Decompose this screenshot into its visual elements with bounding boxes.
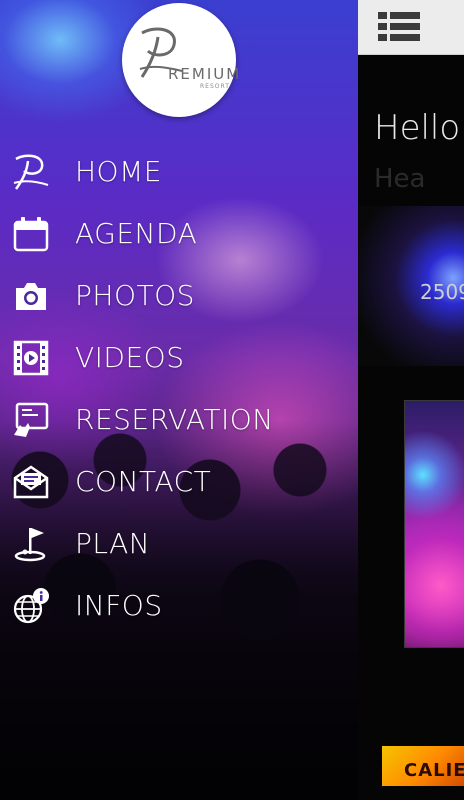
event-thumbnail-text: CALIEN [404, 760, 464, 781]
concert-image[interactable] [404, 400, 464, 648]
menu-item-home[interactable]: HOME [0, 143, 358, 199]
menu-item-agenda[interactable]: AGENDA [0, 205, 358, 261]
tablet-touch-icon [14, 402, 49, 437]
menu-item-label: CONTACT [75, 465, 212, 498]
film-icon [13, 340, 49, 376]
list-menu-icon[interactable] [378, 10, 420, 44]
menu-item-reservation[interactable]: RESERVATION [0, 391, 358, 447]
greeting-title: Hello [374, 108, 461, 148]
hero-caption: 2509 [420, 280, 464, 304]
event-thumbnail[interactable]: CALIEN [382, 746, 464, 786]
menu-item-infos[interactable]: INFOS [0, 577, 358, 633]
menu-item-label: PHOTOS [75, 279, 195, 312]
calendar-icon [13, 217, 49, 252]
logo-subtitle: RESORT [200, 83, 230, 90]
resort-logo[interactable]: REMIUM RESORT [122, 3, 239, 117]
menu-item-label: HOME [75, 155, 162, 188]
camera-icon [16, 283, 46, 310]
main-screen: Hello Hea 2509 CALIEN [358, 0, 464, 800]
logo-wordmark: REMIUM [168, 65, 242, 83]
p-logo-icon [13, 154, 49, 190]
globe-info-icon [13, 588, 49, 624]
envelope-icon [13, 465, 49, 499]
navigation-drawer: REMIUM RESORT HOME AGENDA PHOTOS VIDEOS … [0, 0, 358, 800]
menu-item-label: RESERVATION [75, 403, 274, 436]
menu-item-label: VIDEOS [75, 341, 185, 374]
menu-item-label: INFOS [75, 589, 163, 622]
menu-item-photos[interactable]: PHOTOS [0, 267, 358, 323]
menu-item-contact[interactable]: CONTACT [0, 453, 358, 509]
golf-flag-icon [14, 528, 46, 562]
faded-subtitle: Hea [374, 164, 426, 194]
menu-item-label: PLAN [75, 527, 151, 560]
top-bar [358, 0, 464, 55]
menu-item-label: AGENDA [75, 217, 198, 250]
menu-item-videos[interactable]: VIDEOS [0, 329, 358, 385]
menu-item-plan[interactable]: PLAN [0, 515, 358, 571]
